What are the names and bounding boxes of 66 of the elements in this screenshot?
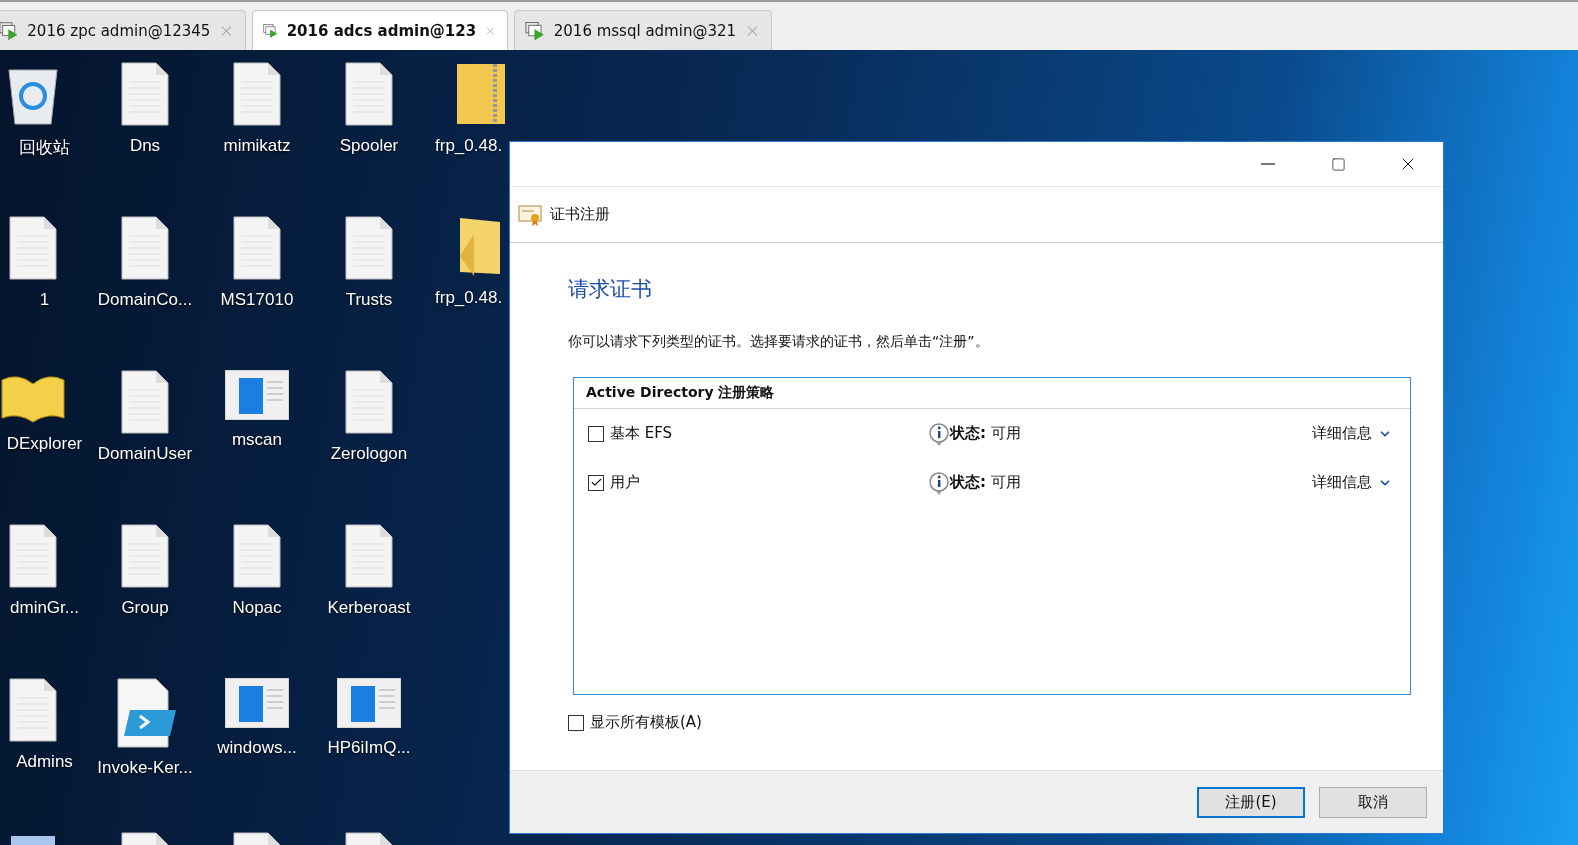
icon-label[interactable]: dminGr... [10,598,79,618]
info-icon [928,421,950,446]
document-icon [121,216,169,280]
tab[interactable]: 2016 adcs admin@123 [252,10,508,50]
document-icon [121,524,169,588]
virtual-machine-icon [525,20,546,41]
checkbox[interactable] [588,474,604,491]
icon-label[interactable]: mimikatz [223,136,291,156]
document-icon [121,62,169,126]
icon-label[interactable]: frp_0.48. [435,136,503,156]
document-icon [345,524,393,588]
description-text: 你可以请求下列类型的证书。选择要请求的证书，然后单击“注册”。 [568,333,990,351]
checkbox-label: 显示所有模板(A) [590,713,702,732]
certificate-icon [518,203,542,226]
icon-label[interactable]: MS17010 [220,290,294,310]
policy-title: Active Directory 注册策略 [574,378,1410,409]
status-text: 状态: 可用 [950,424,1021,443]
icon-label[interactable]: DomainCo... [97,290,193,310]
virtual-machine-icon [0,20,20,41]
icon-label[interactable]: 1 [39,290,50,310]
zip-folder-icon [455,62,507,126]
icon-label[interactable]: Admins [16,752,73,772]
document-icon [121,370,169,434]
checkbox[interactable] [568,714,584,731]
document-icon [233,62,281,126]
status-text: 状态: 可用 [950,473,1021,492]
icon-label[interactable]: Spooler [339,136,399,156]
icon-label[interactable]: Trusts [345,290,393,310]
icon-label[interactable]: Kerberoast [327,598,411,618]
icon-label[interactable]: Group [121,598,169,618]
dialog-button[interactable]: 注册(E) [1197,786,1305,818]
icon-label[interactable]: Nopac [232,598,282,618]
app-window-icon [225,678,289,728]
icon-label[interactable]: 回收站 [19,136,70,159]
page-heading: 请求证书 [568,276,653,303]
maximize-icon [1330,156,1346,172]
icon-label[interactable]: Zerologon [330,444,408,464]
app-window-icon [337,678,401,728]
document-icon [345,216,393,280]
template-name: 用户 [610,473,640,492]
app-window-icon [225,370,289,420]
checkbox[interactable] [588,425,604,442]
icon-label[interactable]: Invoke-Ker... [97,758,193,778]
tab[interactable]: 2016 mssql admin@321 [514,10,772,50]
template-name: 基本 EFS [610,424,673,443]
info-icon [928,470,950,495]
icon-label[interactable]: HP6iImQ... [327,738,411,758]
document-icon [233,216,281,280]
dialog-title: 证书注册 [550,205,610,224]
document-icon [233,524,281,588]
icon-label[interactable]: DExplorer [6,434,83,454]
icon-label[interactable]: windows... [217,738,297,758]
icon-label[interactable]: mscan [231,430,283,450]
icon-label[interactable]: frp_0.48. [435,288,503,308]
document-icon [345,62,393,126]
tab[interactable]: 2016 zpc admin@12345 [0,10,246,50]
details-link[interactable]: 详细信息 [1312,473,1392,492]
icon-label[interactable]: DomainUser [97,444,193,464]
details-link[interactable]: 详细信息 [1312,424,1392,443]
document-icon [9,524,57,588]
minimize-icon [1261,163,1275,165]
document-icon [345,370,393,434]
icon-label[interactable]: Dns [129,136,161,156]
dialog-button[interactable]: 取消 [1319,786,1427,818]
document-icon [9,216,57,280]
document-icon [9,678,57,742]
